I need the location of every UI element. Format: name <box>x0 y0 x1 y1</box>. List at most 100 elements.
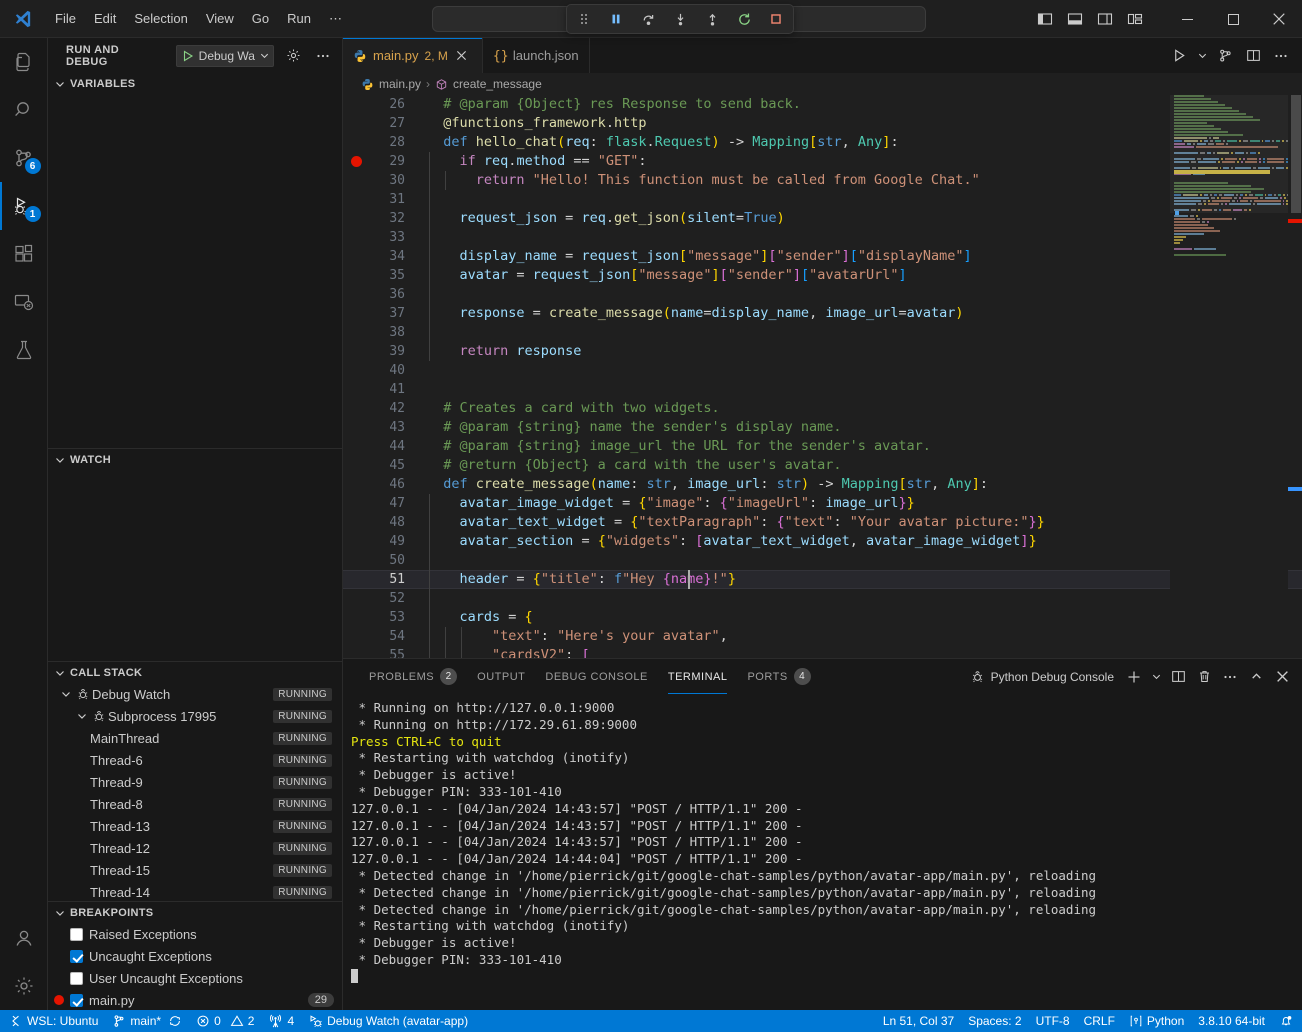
debug-toolbar[interactable] <box>566 4 794 34</box>
minimize-button[interactable] <box>1164 0 1210 38</box>
code-line[interactable]: 44 # @param {string} image_url the URL f… <box>343 437 1302 456</box>
watch-section-header[interactable]: WATCH <box>48 448 342 470</box>
activity-explorer[interactable] <box>0 38 48 86</box>
chevron-down-icon[interactable] <box>256 50 273 61</box>
code-line[interactable]: 37 response = create_message(name=displa… <box>343 304 1302 323</box>
new-terminal-icon[interactable] <box>1122 665 1146 689</box>
code-text[interactable]: avatar = request_json["message"]["sender… <box>405 266 907 285</box>
code-line[interactable]: 36 <box>343 285 1302 304</box>
code-text[interactable]: # Creates a card with two widgets. <box>405 399 720 418</box>
split-terminal-icon[interactable] <box>1166 665 1190 689</box>
editor-more-actions-icon[interactable] <box>1268 43 1294 69</box>
breakpoint-checkbox[interactable] <box>70 994 83 1007</box>
status-eol[interactable]: CRLF <box>1077 1010 1122 1032</box>
toggle-secondary-sidebar-icon[interactable] <box>1092 6 1118 32</box>
terminal-output[interactable]: * Running on http://127.0.0.1:9000 * Run… <box>343 694 1302 1010</box>
close-icon[interactable] <box>456 50 472 61</box>
stop-icon[interactable] <box>765 8 787 30</box>
step-out-icon[interactable] <box>701 8 723 30</box>
code-line[interactable]: 30 return "Hello! This function must be … <box>343 171 1302 190</box>
launch-configuration-picker[interactable]: Debug Wa <box>176 45 275 67</box>
code-lines[interactable]: 26 # @param {Object} res Response to sen… <box>343 95 1302 658</box>
code-line[interactable]: 39 return response <box>343 342 1302 361</box>
code-line[interactable]: 26 # @param {Object} res Response to sen… <box>343 95 1302 114</box>
run-options-chevron-down-icon[interactable] <box>1194 43 1210 69</box>
tab-ports[interactable]: PORTS 4 <box>737 659 820 694</box>
code-line[interactable]: 46 def create_message(name: str, image_u… <box>343 475 1302 494</box>
kill-terminal-trash-icon[interactable] <box>1192 665 1216 689</box>
breakpoint-row[interactable]: main.py29 <box>48 989 342 1010</box>
customize-layout-icon[interactable] <box>1122 6 1148 32</box>
scrollbar-thumb[interactable] <box>1291 95 1301 213</box>
open-launch-json-icon[interactable] <box>282 45 304 67</box>
code-text[interactable]: response = create_message(name=display_n… <box>405 304 964 323</box>
status-indentation[interactable]: Spaces: 2 <box>961 1010 1028 1032</box>
menu-file[interactable]: File <box>46 7 85 30</box>
code-line[interactable]: 41 <box>343 380 1302 399</box>
activity-extensions[interactable] <box>0 230 48 278</box>
code-text[interactable]: @functions_framework.http <box>405 114 646 133</box>
maximize-panel-chevron-up-icon[interactable] <box>1244 665 1268 689</box>
minimap[interactable] <box>1170 95 1288 658</box>
start-debugging-icon[interactable] <box>177 50 199 62</box>
call-stack-row[interactable]: Thread-15RUNNING <box>48 859 342 881</box>
menu-view[interactable]: View <box>197 7 243 30</box>
code-line[interactable]: 33 <box>343 228 1302 247</box>
call-stack-row[interactable]: Thread-9RUNNING <box>48 771 342 793</box>
status-language-mode[interactable]: Python <box>1122 1010 1191 1032</box>
step-over-icon[interactable] <box>637 8 659 30</box>
code-line[interactable]: 54 "text": "Here's your avatar", <box>343 627 1302 646</box>
code-line[interactable]: 53 cards = { <box>343 608 1302 627</box>
minimap-slider[interactable] <box>1170 95 1288 213</box>
chevron-down-icon[interactable] <box>74 710 90 722</box>
code-text[interactable]: # @param {Object} res Response to send b… <box>405 95 801 114</box>
breakpoint-checkbox[interactable] <box>70 928 83 941</box>
debug-toolbar-grip[interactable] <box>573 8 595 30</box>
menu-selection[interactable]: Selection <box>125 7 196 30</box>
code-line[interactable]: 43 # @param {string} name the sender's d… <box>343 418 1302 437</box>
call-stack-row[interactable]: Thread-6RUNNING <box>48 749 342 771</box>
breakpoint-row[interactable]: User Uncaught Exceptions <box>48 967 342 989</box>
tab-launch-json[interactable]: {} launch.json <box>483 38 590 73</box>
activity-testing[interactable] <box>0 326 48 374</box>
close-panel-icon[interactable] <box>1270 665 1294 689</box>
breadcrumb-symbol[interactable]: create_message <box>453 77 542 91</box>
status-remote-host[interactable]: WSL: Ubuntu <box>2 1010 105 1032</box>
code-line[interactable]: 28 def hello_chat(req: flask.Request) ->… <box>343 133 1302 152</box>
call-stack-row[interactable]: Thread-8RUNNING <box>48 793 342 815</box>
run-python-file-icon[interactable] <box>1166 43 1192 69</box>
breakpoint-row[interactable]: Uncaught Exceptions <box>48 945 342 967</box>
code-text[interactable]: avatar_section = {"widgets": [avatar_tex… <box>405 532 1037 551</box>
status-python-interpreter[interactable]: 3.8.10 64-bit <box>1191 1010 1272 1032</box>
status-git-branch[interactable]: main* <box>105 1010 189 1032</box>
call-stack-row[interactable]: Thread-12RUNNING <box>48 837 342 859</box>
code-line[interactable]: 51 header = {"title": f"Hey {name}!"} <box>343 570 1302 589</box>
terminal-dropdown-chevron-down-icon[interactable] <box>1148 665 1164 689</box>
code-line[interactable]: 31 <box>343 190 1302 209</box>
editor-scrollbar[interactable] <box>1288 95 1302 658</box>
code-line[interactable]: 49 avatar_section = {"widgets": [avatar_… <box>343 532 1302 551</box>
source-control-icon[interactable] <box>1212 43 1238 69</box>
status-encoding[interactable]: UTF-8 <box>1029 1010 1077 1032</box>
code-text[interactable]: "cardsV2": [ <box>405 646 590 658</box>
code-line[interactable]: 38 <box>343 323 1302 342</box>
menu-go[interactable]: Go <box>243 7 278 30</box>
code-text[interactable]: cards = { <box>405 608 533 627</box>
close-button[interactable] <box>1256 0 1302 38</box>
status-notifications[interactable] <box>1272 1010 1300 1032</box>
tab-main-py[interactable]: main.py 2, M <box>343 38 483 73</box>
call-stack-row[interactable]: Debug WatchRUNNING <box>48 683 342 705</box>
status-cursor-position[interactable]: Ln 51, Col 37 <box>876 1010 961 1032</box>
active-terminal-label[interactable]: Python Debug Console <box>970 669 1114 684</box>
tab-terminal[interactable]: TERMINAL <box>658 659 738 694</box>
activity-search[interactable] <box>0 86 48 134</box>
menu-more[interactable]: ⋯ <box>320 7 351 31</box>
code-text[interactable]: avatar_image_widget = {"image": {"imageU… <box>405 494 915 513</box>
code-text[interactable]: return response <box>405 342 581 361</box>
breakpoint-dot-icon[interactable] <box>351 156 362 167</box>
code-line[interactable]: 29 if req.method == "GET": <box>343 152 1302 171</box>
activity-source-control[interactable]: 6 <box>0 134 48 182</box>
call-stack-row[interactable]: Thread-13RUNNING <box>48 815 342 837</box>
code-line[interactable]: 55 "cardsV2": [ <box>343 646 1302 658</box>
restart-icon[interactable] <box>733 8 755 30</box>
